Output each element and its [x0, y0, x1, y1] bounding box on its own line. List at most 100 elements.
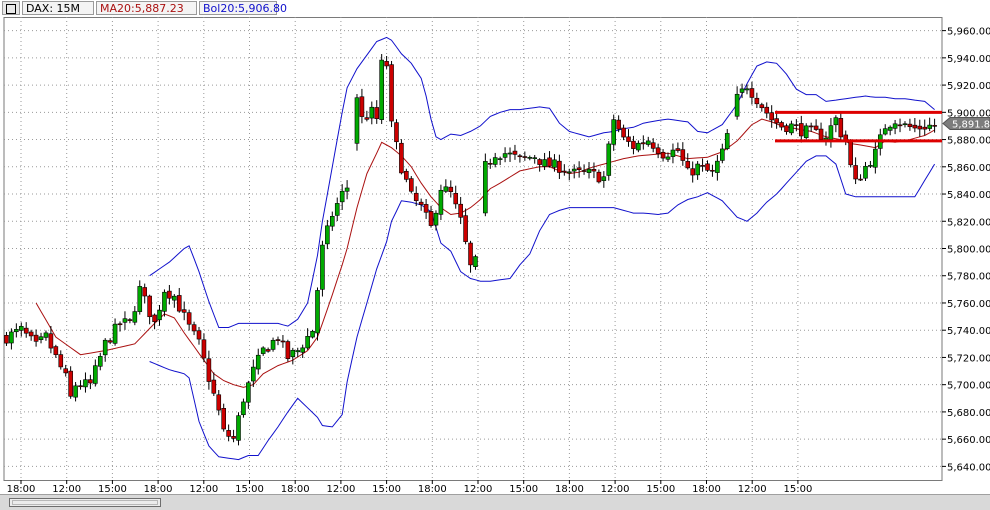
- grid-lines: [3, 17, 943, 481]
- candle-body: [562, 170, 567, 173]
- candle-body: [339, 190, 345, 203]
- candle-body: [334, 203, 340, 216]
- last-price-marker: 5,891.81: [942, 116, 990, 130]
- candle-body: [813, 125, 819, 130]
- candle-body: [660, 151, 666, 159]
- candle-body: [512, 150, 518, 155]
- candle-body: [606, 143, 612, 176]
- candle-body: [542, 159, 547, 167]
- candle-body: [379, 59, 384, 120]
- candle-body: [300, 347, 305, 353]
- candle-body: [492, 157, 498, 165]
- candle-body: [147, 295, 152, 318]
- y-tick-label: 5,680.00: [947, 408, 990, 419]
- candle-body: [710, 169, 715, 172]
- bollinger-upper-line: [149, 36, 935, 328]
- candle-body: [167, 290, 172, 299]
- candle-body: [354, 97, 360, 144]
- candle-body: [645, 140, 651, 145]
- candle-body: [127, 319, 133, 321]
- candle-body: [571, 168, 577, 172]
- scrollbar-thumb[interactable]: [9, 498, 161, 507]
- bollinger-lower-line: [149, 155, 936, 461]
- candle-body: [798, 123, 804, 137]
- candle-body: [853, 165, 858, 180]
- candle-body: [576, 167, 582, 170]
- chart-header: DAX: 15M MA20:5,887.23 Bol20:5,906.80: [0, 0, 990, 17]
- candle-body: [443, 186, 449, 192]
- candle-body: [769, 112, 774, 121]
- candle-body: [255, 354, 261, 370]
- candle-body: [774, 118, 779, 124]
- x-tick-label: 15:00: [509, 484, 538, 494]
- x-tick-label: 12:00: [464, 484, 493, 494]
- candle-body: [581, 170, 587, 172]
- y-tick-label: 5,720.00: [947, 353, 990, 364]
- price-chart[interactable]: 5,640.00 5,660.00 5,680.00 5,700.00 5,720.00…: [0, 17, 990, 494]
- candle-body: [522, 156, 528, 158]
- candle-body: [38, 336, 44, 340]
- x-tick-label: 18:00: [144, 484, 173, 494]
- candle-body: [428, 211, 434, 226]
- candle-body: [418, 201, 424, 205]
- candle-body: [764, 106, 770, 114]
- candle-body: [93, 365, 98, 384]
- candle-body: [789, 123, 794, 134]
- y-tick-label: 5,800.00: [947, 245, 990, 256]
- x-tick-label: 18:00: [418, 484, 447, 494]
- candle-body: [497, 158, 503, 160]
- candle-body: [724, 133, 730, 149]
- candle-body: [527, 157, 533, 159]
- candle-body: [216, 394, 222, 411]
- ma20-indicator-label[interactable]: MA20:5,887.23: [96, 1, 197, 15]
- candle-body: [557, 160, 562, 173]
- x-tick-label: 15:00: [783, 484, 812, 494]
- horizontal-scrollbar[interactable]: [0, 494, 990, 510]
- x-tick-label: 18:00: [692, 484, 721, 494]
- candle-body: [601, 176, 607, 181]
- candle-body: [83, 379, 88, 388]
- candle-body: [186, 312, 192, 325]
- x-tick-label: 12:00: [189, 484, 218, 494]
- y-tick-label: 5,660.00: [947, 435, 990, 446]
- candle-body: [122, 318, 128, 323]
- candle-body: [675, 148, 681, 151]
- candle-body: [507, 152, 513, 155]
- candle-body: [591, 168, 597, 172]
- candle-body: [152, 314, 157, 323]
- candle-body: [641, 142, 646, 145]
- candle-body: [18, 326, 24, 331]
- candle-body: [907, 123, 913, 128]
- candle-body: [9, 331, 14, 344]
- candle-body: [744, 88, 750, 91]
- candle-body: [927, 124, 932, 129]
- symbol-timeframe-label[interactable]: DAX: 15M: [22, 1, 94, 15]
- candle-body: [537, 159, 542, 165]
- candle-body: [734, 93, 740, 117]
- y-tick-label: 5,820.00: [947, 217, 990, 228]
- x-tick-label: 12:00: [601, 484, 630, 494]
- candle-body: [315, 290, 320, 334]
- candle-body: [53, 346, 59, 355]
- x-tick-label: 18:00: [281, 484, 310, 494]
- candle-body: [23, 327, 29, 334]
- candle-body: [759, 104, 765, 109]
- candle-body: [68, 370, 73, 397]
- candle-body: [137, 286, 143, 312]
- candle-body: [236, 415, 241, 441]
- candle-body: [917, 125, 923, 130]
- candle-body: [487, 163, 493, 165]
- candle-body: [873, 148, 878, 168]
- candle-body: [695, 163, 700, 176]
- candle-body: [794, 124, 799, 126]
- candle-body: [295, 350, 301, 353]
- bollinger-bands: [35, 36, 936, 461]
- window-menu-icon[interactable]: [2, 1, 20, 15]
- candle-body: [280, 340, 286, 343]
- candle-body: [384, 61, 389, 67]
- candle-body: [404, 170, 409, 180]
- candle-body: [181, 309, 187, 313]
- candle-body: [636, 142, 641, 151]
- bollinger-indicator-label[interactable]: Bol20:5,906.80: [199, 1, 287, 15]
- x-tick-label: 15:00: [372, 484, 401, 494]
